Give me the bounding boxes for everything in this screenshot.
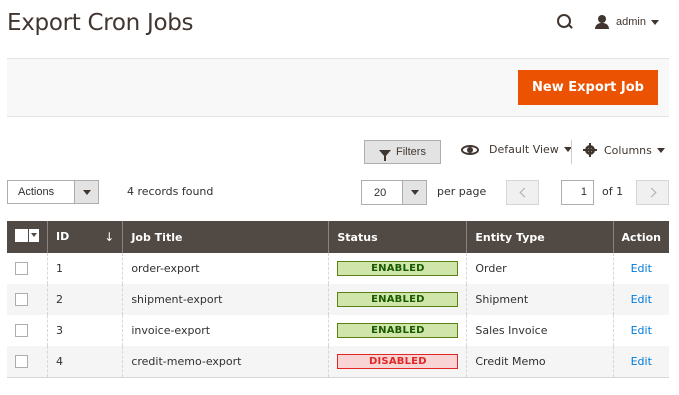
table-row[interactable]: 3 invoice-export ENABLED Sales Invoice Edit <box>7 315 669 346</box>
admin-menu-label[interactable]: admin <box>616 16 646 28</box>
row-id: 3 <box>46 315 123 346</box>
grid-toolbar-bottom: Actions 4 records found 20 per page 1 of… <box>0 179 679 206</box>
per-page-value: 20 <box>374 187 387 199</box>
user-icon[interactable] <box>595 15 610 29</box>
row-id: 2 <box>46 284 123 315</box>
row-id: 1 <box>46 253 123 284</box>
grid-body: 1 order-export ENABLED Order Edit 2 shipment-e… <box>7 253 669 378</box>
row-status-cell: ENABLED <box>328 315 467 346</box>
columns-dropdown[interactable]: Columns <box>583 143 665 157</box>
table-row[interactable]: 4 credit-memo-export DISABLED Credit Memo Ed… <box>7 346 669 378</box>
new-export-job-button[interactable]: New Export Job <box>518 70 658 105</box>
page-actions-bar: New Export Job <box>7 58 669 117</box>
row-checkbox[interactable] <box>15 324 28 338</box>
row-action-cell: Edit <box>612 346 669 378</box>
row-job-title: credit-memo-export <box>122 346 329 378</box>
edit-link[interactable]: Edit <box>631 324 652 337</box>
row-select-cell <box>7 346 48 378</box>
per-page-label: per page <box>437 185 487 198</box>
previous-page-button[interactable] <box>506 180 539 205</box>
status-badge: ENABLED <box>337 261 459 276</box>
chevron-down-icon <box>656 147 665 153</box>
records-found-count: 4 records found <box>127 185 214 198</box>
export-jobs-grid: ID ↓ Job Title Status Entity Type Action… <box>7 221 669 378</box>
default-view-label: Default View <box>489 143 559 156</box>
edit-link[interactable]: Edit <box>631 293 652 306</box>
row-checkbox[interactable] <box>15 355 28 368</box>
row-action-cell: Edit <box>612 284 669 315</box>
column-header-action: Action <box>612 221 669 253</box>
chevron-down-icon[interactable] <box>74 181 98 203</box>
gear-icon <box>583 143 597 157</box>
row-checkbox[interactable] <box>15 293 28 307</box>
row-status-cell: ENABLED <box>328 284 467 315</box>
search-icon[interactable] <box>555 12 575 32</box>
row-action-cell: Edit <box>612 315 669 346</box>
row-status-cell: DISABLED <box>328 346 467 378</box>
row-entity-type: Sales Invoice <box>466 315 614 346</box>
status-badge: ENABLED <box>337 323 459 338</box>
sort-arrow-icon[interactable]: ↓ <box>104 230 114 244</box>
edit-link[interactable]: Edit <box>631 355 652 368</box>
column-header-status[interactable]: Status <box>328 221 467 253</box>
mass-select-checkbox[interactable] <box>15 229 39 243</box>
row-action-cell: Edit <box>612 253 669 284</box>
row-id: 4 <box>46 346 123 378</box>
row-select-cell <box>7 253 48 284</box>
grid-header-row: ID ↓ Job Title Status Entity Type Action <box>7 221 669 253</box>
row-entity-type: Order <box>466 253 614 284</box>
chevron-down-icon[interactable] <box>651 19 659 25</box>
chevron-down-icon[interactable] <box>28 229 39 243</box>
status-badge: DISABLED <box>337 353 459 369</box>
row-status-cell: ENABLED <box>328 253 467 284</box>
status-badge: ENABLED <box>337 292 459 307</box>
per-page-select[interactable]: 20 <box>361 180 427 205</box>
column-header-job-title[interactable]: Job Title <box>122 221 329 253</box>
chevron-down-icon[interactable] <box>402 181 426 204</box>
mass-actions-select[interactable]: Actions <box>7 180 99 204</box>
row-select-cell <box>7 315 48 346</box>
page-title: Export Cron Jobs <box>7 10 194 36</box>
funnel-icon <box>379 149 392 161</box>
toolbar-divider <box>571 140 572 164</box>
row-select-cell <box>7 284 48 315</box>
default-view-dropdown[interactable]: Default View <box>461 143 572 156</box>
eye-icon <box>461 144 479 155</box>
header-actions: admin <box>555 12 659 32</box>
row-job-title: invoice-export <box>122 315 329 346</box>
columns-label: Columns <box>604 143 652 157</box>
edit-link[interactable]: Edit <box>631 262 652 275</box>
table-row[interactable]: 1 order-export ENABLED Order Edit <box>7 253 669 284</box>
row-entity-type: Credit Memo <box>466 346 614 378</box>
row-entity-type: Shipment <box>466 284 614 315</box>
column-header-id[interactable]: ID ↓ <box>46 221 123 253</box>
mass-actions-label: Actions <box>18 186 55 198</box>
column-header-entity-type[interactable]: Entity Type <box>466 221 614 253</box>
next-page-button[interactable] <box>636 180 669 205</box>
filters-label: Filters <box>396 146 426 158</box>
mass-select-header[interactable] <box>7 221 48 253</box>
row-checkbox[interactable] <box>15 262 28 276</box>
filters-button[interactable]: Filters <box>364 140 441 164</box>
row-job-title: order-export <box>122 253 329 284</box>
grid-toolbar-top: Filters Default View Columns <box>0 140 679 166</box>
current-page-input[interactable]: 1 <box>561 180 594 205</box>
total-pages-label: of 1 <box>602 185 624 198</box>
row-job-title: shipment-export <box>122 284 329 315</box>
table-row[interactable]: 2 shipment-export ENABLED Shipment Edit <box>7 284 669 315</box>
